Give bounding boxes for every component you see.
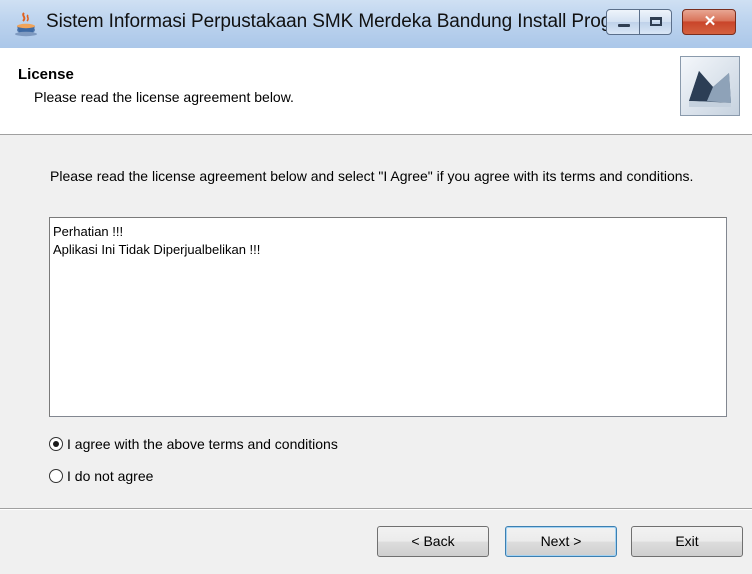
minimize-icon <box>618 24 630 27</box>
license-instructions: Please read the license agreement below … <box>50 168 694 184</box>
title-bar[interactable]: Sistem Informasi Perpustakaan SMK Merdek… <box>0 0 752 48</box>
disagree-radio[interactable] <box>49 469 63 484</box>
disagree-option[interactable]: I do not agree <box>49 468 153 484</box>
maximize-icon <box>650 17 662 26</box>
agree-radio[interactable] <box>49 437 63 452</box>
agree-option[interactable]: I agree with the above terms and conditi… <box>49 436 338 452</box>
page-subtitle: Please read the license agreement below. <box>34 89 294 105</box>
footer-separator <box>0 508 752 510</box>
installer-logo-icon <box>680 56 740 116</box>
next-button[interactable]: Next > <box>505 526 617 557</box>
back-button[interactable]: < Back <box>377 526 489 557</box>
wizard-header: License Please read the license agreemen… <box>0 48 752 135</box>
installer-window: Sistem Informasi Perpustakaan SMK Merdek… <box>0 0 752 574</box>
exit-button[interactable]: Exit <box>631 526 743 557</box>
close-button[interactable]: ✕ <box>682 9 736 35</box>
license-text-area[interactable]: Perhatian !!! Aplikasi Ini Tidak Diperju… <box>49 217 727 417</box>
license-line: Aplikasi Ini Tidak Diperjualbelikan !!! <box>53 242 261 257</box>
close-icon: ✕ <box>703 13 717 30</box>
window-title: Sistem Informasi Perpustakaan SMK Merdek… <box>46 11 612 32</box>
license-line: Perhatian !!! <box>53 224 124 239</box>
agree-label: I agree with the above terms and conditi… <box>67 436 338 452</box>
minimize-button[interactable] <box>606 9 640 35</box>
maximize-button[interactable] <box>639 9 672 35</box>
java-cup-icon <box>14 12 38 38</box>
disagree-label: I do not agree <box>67 468 154 484</box>
page-title: License <box>18 66 74 83</box>
